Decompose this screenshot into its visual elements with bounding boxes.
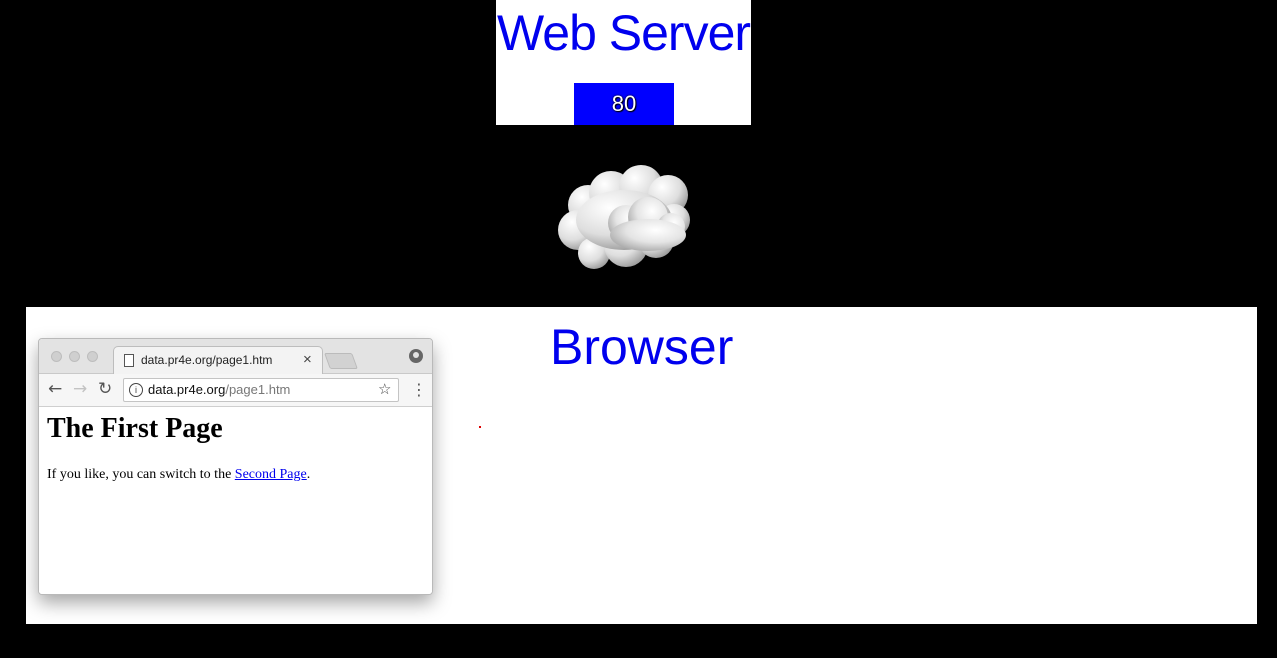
page-paragraph: If you like, you can switch to the Secon…	[47, 467, 310, 483]
window-minimize-light[interactable]	[69, 351, 80, 362]
browser-panel: Browser data.pr4e.org/page1.htm × ← → ↻ …	[26, 307, 1257, 624]
bookmark-star-icon[interactable]: ☆	[378, 380, 391, 398]
paragraph-text: If you like, you can switch to the	[47, 467, 235, 482]
forward-arrow-icon[interactable]: →	[73, 379, 87, 399]
tab-close-icon[interactable]: ×	[303, 351, 312, 368]
page-content: The First Page If you like, you can swit…	[39, 407, 432, 594]
port-80-box: 80	[574, 83, 674, 125]
tab-title: data.pr4e.org/page1.htm	[141, 353, 273, 367]
address-bar[interactable]: i data.pr4e.org/page1.htm ☆	[123, 378, 399, 402]
web-server-title: Web Server	[496, 5, 751, 61]
menu-icon[interactable]: ⋮	[411, 380, 427, 399]
browser-label: Browser	[550, 319, 734, 375]
account-icon[interactable]	[409, 349, 423, 363]
browser-window: data.pr4e.org/page1.htm × ← → ↻ i data.p…	[38, 338, 433, 595]
paragraph-period: .	[306, 467, 311, 482]
tab-page1[interactable]: data.pr4e.org/page1.htm ×	[113, 346, 323, 374]
second-page-link[interactable]: Second Page	[235, 467, 307, 482]
back-arrow-icon[interactable]: ←	[48, 379, 62, 399]
page-heading: The First Page	[47, 413, 223, 444]
tab-bar: data.pr4e.org/page1.htm ×	[39, 339, 432, 374]
document-icon	[124, 354, 134, 367]
info-icon[interactable]: i	[129, 383, 143, 397]
reload-icon[interactable]: ↻	[98, 379, 112, 399]
url-text: data.pr4e.org/page1.htm	[148, 382, 290, 397]
browser-toolbar: ← → ↻ i data.pr4e.org/page1.htm ☆ ⋮	[39, 374, 432, 407]
cloud-icon	[558, 165, 690, 269]
web-server-box: Web Server 80	[496, 0, 751, 125]
red-dot-marker	[479, 426, 481, 428]
url-host: data.pr4e.org	[148, 382, 226, 397]
new-tab-button[interactable]	[324, 353, 358, 369]
window-close-light[interactable]	[51, 351, 62, 362]
window-zoom-light[interactable]	[87, 351, 98, 362]
url-path: /page1.htm	[225, 382, 291, 397]
